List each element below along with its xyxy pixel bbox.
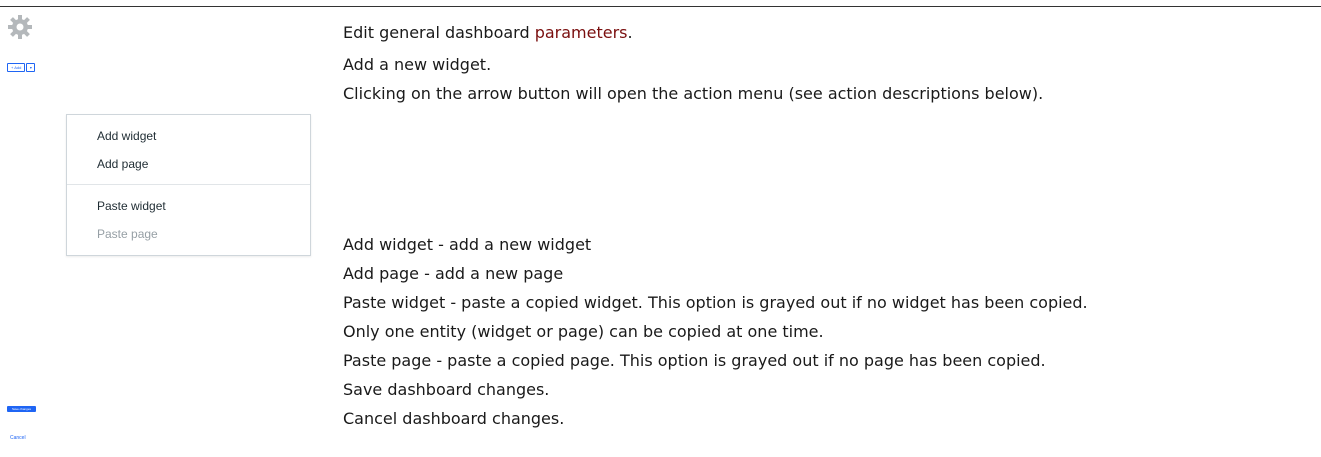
desc-menu-one-entity: Only one entity (widget or page) can be … — [343, 322, 824, 341]
desc-menu-paste-page: Paste page - paste a copied page. This o… — [343, 351, 1046, 370]
add-action-menu: Add widget Add page Paste widget Paste p… — [66, 114, 311, 256]
gear-icon[interactable] — [7, 14, 33, 40]
add-button[interactable]: + Add — [7, 63, 26, 72]
desc-edit-prefix: Edit general dashboard — [343, 23, 535, 42]
desc-add-widget: Add a new widget. — [343, 55, 492, 74]
desc-save: Save dashboard changes. — [343, 380, 550, 399]
desc-edit-suffix: . — [627, 23, 633, 42]
cancel-link[interactable]: Cancel — [10, 435, 26, 441]
desc-edit-parameters: Edit general dashboard parameters. — [343, 23, 633, 43]
save-changes-button[interactable]: Save changes — [7, 406, 36, 412]
parameters-link[interactable]: parameters — [535, 23, 628, 42]
menu-item-add-page[interactable]: Add page — [97, 157, 148, 171]
desc-cancel: Cancel dashboard changes. — [343, 409, 565, 428]
desc-menu-add-page: Add page - add a new page — [343, 264, 564, 283]
menu-divider — [67, 184, 310, 185]
add-dropdown-button[interactable]: ▾ — [26, 63, 36, 72]
desc-arrow-hint: Clicking on the arrow button will open t… — [343, 84, 1044, 103]
chevron-down-icon: ▾ — [29, 65, 32, 70]
desc-menu-paste-widget: Paste widget - paste a copied widget. Th… — [343, 293, 1088, 312]
desc-menu-add-widget: Add widget - add a new widget — [343, 235, 592, 254]
menu-item-paste-page: Paste page — [97, 227, 158, 241]
add-split-button: + Add ▾ — [7, 63, 36, 72]
menu-item-add-widget[interactable]: Add widget — [97, 129, 156, 143]
top-divider — [0, 6, 1321, 7]
menu-item-paste-widget[interactable]: Paste widget — [97, 199, 166, 213]
